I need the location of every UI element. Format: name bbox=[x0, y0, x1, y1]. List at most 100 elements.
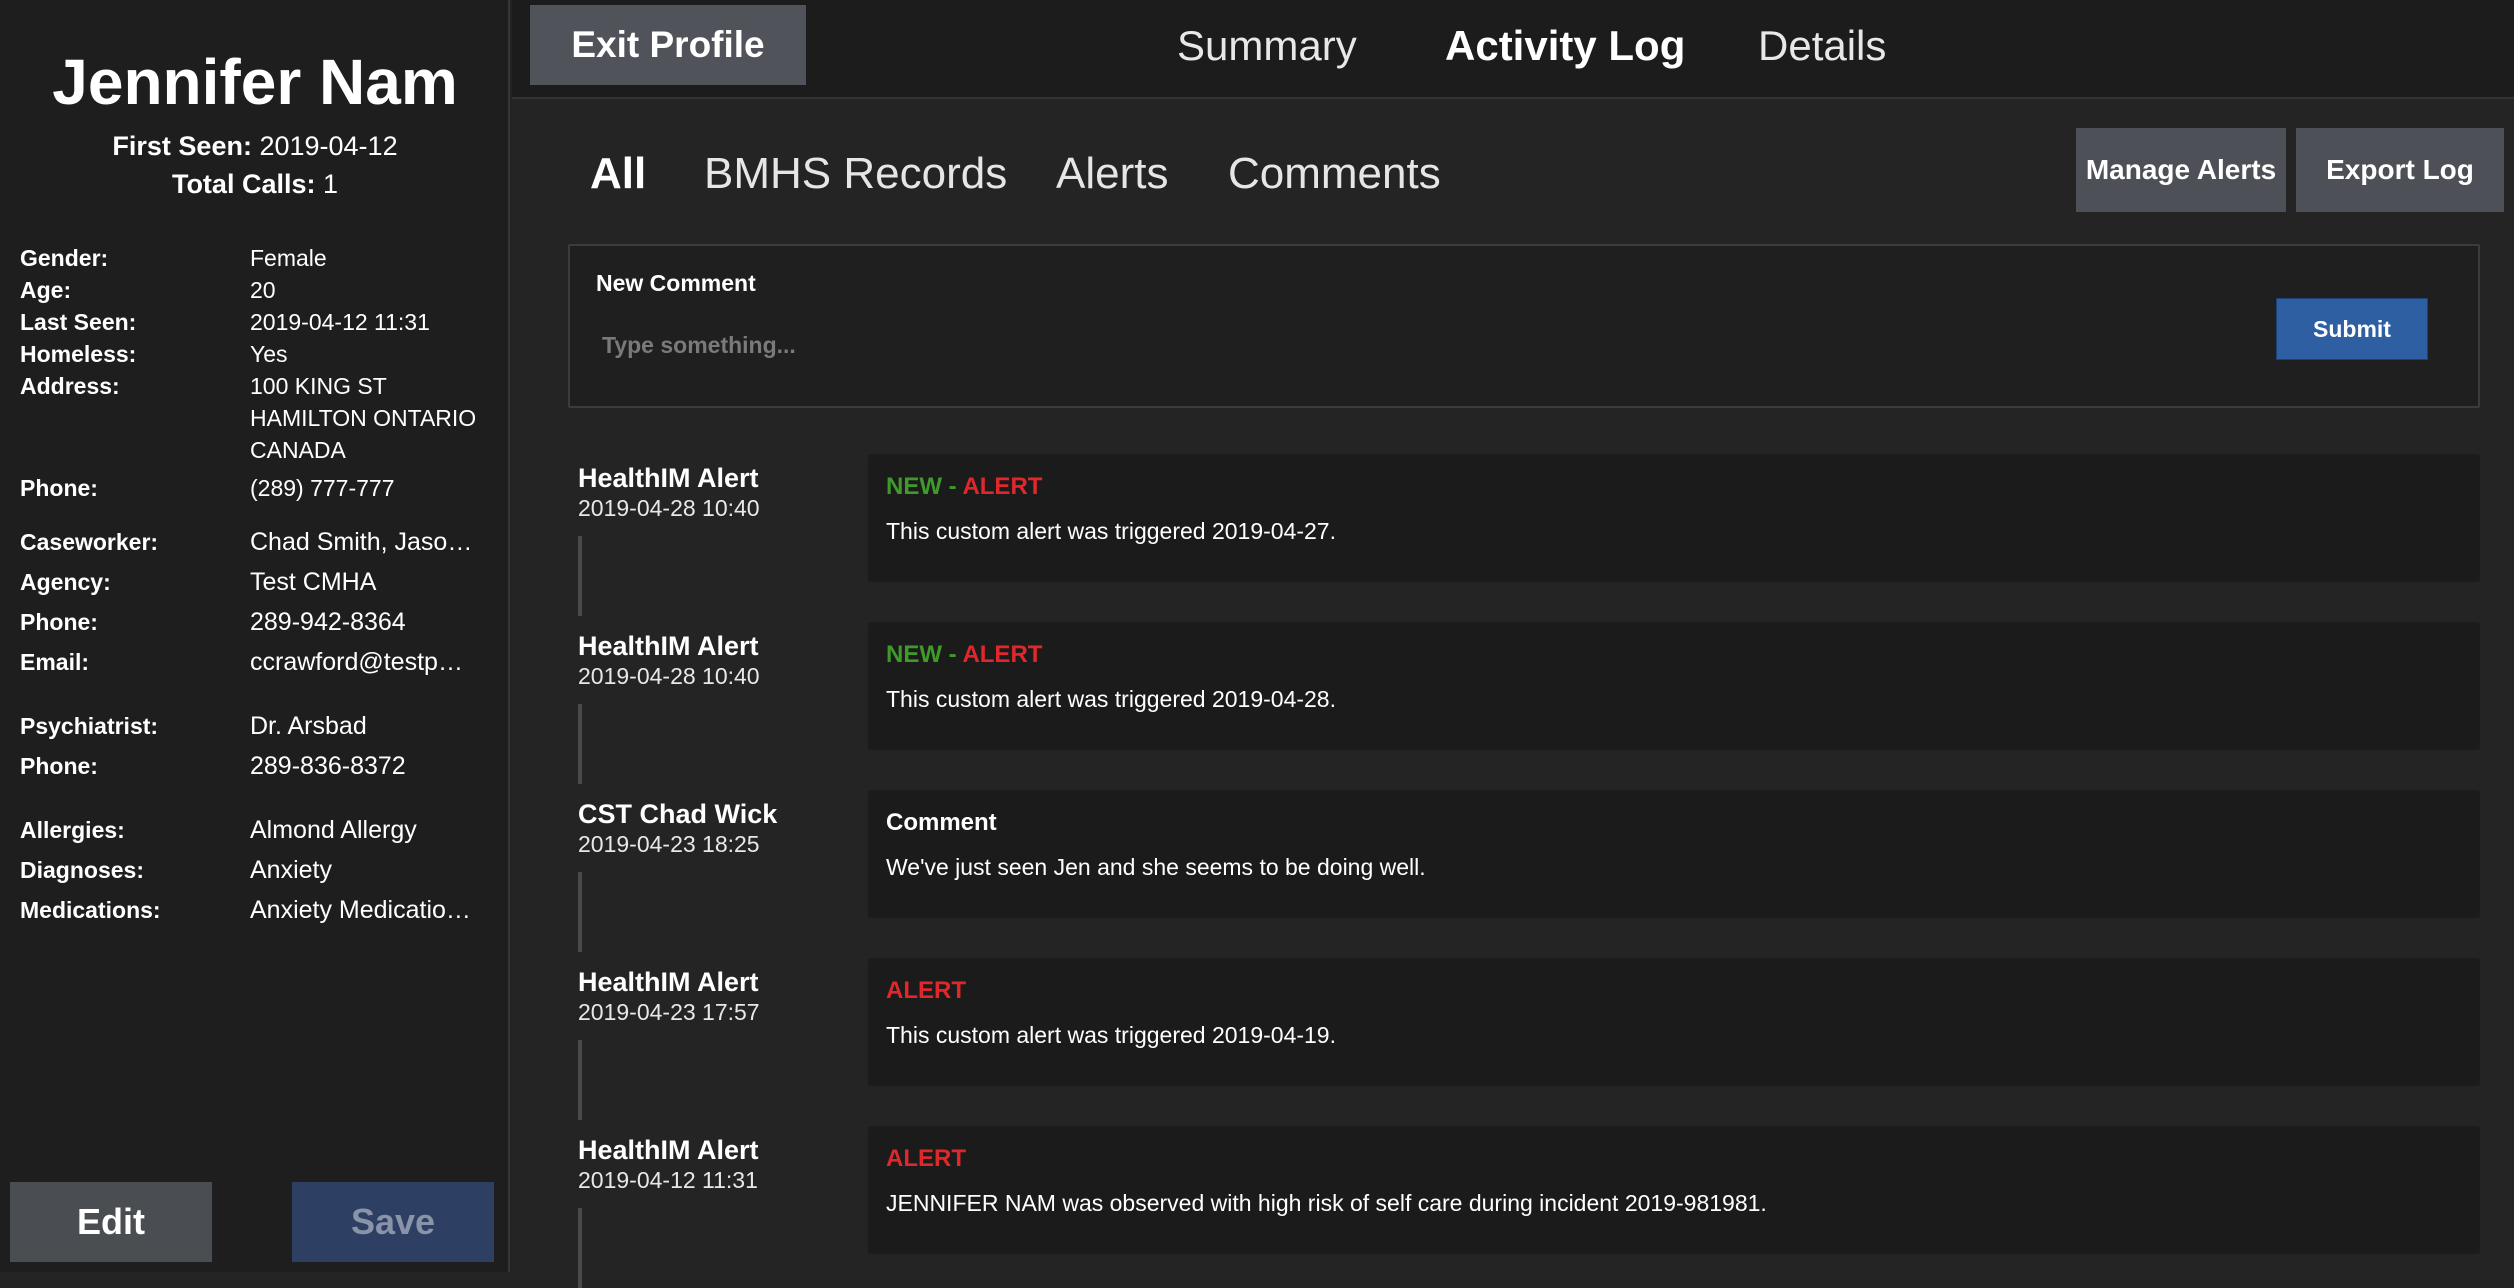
new-comment-label: New Comment bbox=[596, 270, 756, 296]
detail-value: 289-836-8372 bbox=[250, 752, 406, 780]
tag-separator: - bbox=[942, 473, 963, 500]
detail-value: Dr. Arsbad bbox=[250, 712, 367, 740]
entry-source: HealthIM Alert bbox=[578, 967, 759, 997]
entry-card[interactable]: NEW - ALERT This custom alert was trigge… bbox=[868, 622, 2480, 750]
timeline-line bbox=[578, 872, 582, 952]
alert-tag: ALERT bbox=[886, 977, 966, 1004]
detail-value: 289-942-8364 bbox=[250, 608, 406, 636]
manage-alerts-button[interactable]: Manage Alerts bbox=[2076, 128, 2286, 212]
save-button[interactable]: Save bbox=[292, 1182, 494, 1262]
exit-profile-button[interactable]: Exit Profile bbox=[530, 5, 806, 85]
timeline-line bbox=[578, 1208, 582, 1288]
entry-timestamp: 2019-04-28 10:40 bbox=[578, 495, 760, 521]
psychiatrist-name: Psychiatrist: Dr. Arsbad bbox=[20, 706, 500, 746]
entry-timestamp: 2019-04-28 10:40 bbox=[578, 663, 760, 689]
caseworker-name: Caseworker: Chad Smith, Jaso… bbox=[20, 522, 500, 562]
tag-separator: - bbox=[942, 641, 963, 668]
medical-allergies: Allergies: Almond Allergy bbox=[20, 810, 500, 850]
entry-text: JENNIFER NAM was observed with high risk… bbox=[886, 1190, 1767, 1216]
entry-tag: ALERT bbox=[886, 976, 966, 1006]
detail-value: Female bbox=[250, 245, 327, 271]
entry-text: This custom alert was triggered 2019-04-… bbox=[886, 1022, 1336, 1048]
timeline-line bbox=[578, 704, 582, 784]
subtab-alerts[interactable]: Alerts bbox=[1056, 148, 1168, 200]
detail-label: Diagnoses: bbox=[20, 857, 144, 883]
alert-tag: ALERT bbox=[886, 1145, 966, 1172]
detail-label: Address: bbox=[20, 373, 120, 399]
entry-timestamp: 2019-04-23 18:25 bbox=[578, 831, 760, 857]
edit-button[interactable]: Edit bbox=[10, 1182, 212, 1262]
entry-source: CST Chad Wick bbox=[578, 799, 778, 829]
detail-label: Last Seen: bbox=[20, 309, 137, 335]
caseworker-phone: Phone: 289-942-8364 bbox=[20, 602, 500, 642]
profile-sidebar: Jennifer Nam First Seen: 2019-04-12 Tota… bbox=[0, 0, 510, 1272]
detail-label: Agency: bbox=[20, 569, 111, 595]
detail-label: Phone: bbox=[20, 609, 98, 635]
top-nav-bar: Exit Profile Summary Activity Log Detail… bbox=[512, 0, 2514, 99]
detail-label: Homeless: bbox=[20, 341, 137, 367]
entry-card[interactable]: Comment We've just seen Jen and she seem… bbox=[868, 790, 2480, 918]
timeline-line bbox=[578, 1040, 582, 1120]
detail-value: Chad Smith, Jaso… bbox=[250, 528, 473, 556]
detail-label: Allergies: bbox=[20, 817, 125, 843]
detail-label: Caseworker: bbox=[20, 529, 159, 555]
detail-address: Address: 100 KING ST HAMILTON ONTARIO CA… bbox=[20, 370, 500, 466]
detail-value: Yes bbox=[250, 341, 288, 367]
entry-tag: NEW - ALERT bbox=[886, 640, 1042, 670]
detail-homeless: Homeless: Yes bbox=[20, 338, 500, 370]
entry-timestamp: 2019-04-23 17:57 bbox=[578, 999, 760, 1025]
subtab-all[interactable]: All bbox=[590, 148, 646, 200]
detail-label: Phone: bbox=[20, 753, 98, 779]
tab-summary[interactable]: Summary bbox=[1177, 22, 1357, 70]
subtab-bmhs-records[interactable]: BMHS Records bbox=[704, 148, 1007, 200]
submit-button[interactable]: Submit bbox=[2276, 298, 2428, 360]
detail-label: Gender: bbox=[20, 245, 109, 271]
detail-label: Medications: bbox=[20, 897, 161, 923]
detail-value: ccrawford@testp… bbox=[250, 648, 463, 676]
log-entry: HealthIM Alert 2019-04-28 10:40 NEW - AL… bbox=[578, 454, 2480, 616]
total-calls: Total Calls: 1 bbox=[0, 166, 510, 202]
detail-value: Anxiety bbox=[250, 856, 332, 884]
entry-text: This custom alert was triggered 2019-04-… bbox=[886, 518, 1336, 544]
log-entry: HealthIM Alert 2019-04-12 11:31 ALERT JE… bbox=[578, 1126, 2480, 1288]
entry-source: HealthIM Alert bbox=[578, 631, 759, 661]
first-seen-value: 2019-04-12 bbox=[259, 131, 398, 161]
medical-diagnoses: Diagnoses: Anxiety bbox=[20, 850, 500, 890]
detail-value: (289) 777-777 bbox=[250, 475, 395, 501]
comment-input[interactable] bbox=[588, 322, 1836, 368]
log-entry: HealthIM Alert 2019-04-23 17:57 ALERT Th… bbox=[578, 958, 2480, 1120]
detail-value: 20 bbox=[250, 277, 276, 303]
detail-value: 100 KING ST HAMILTON ONTARIO CANADA bbox=[250, 373, 477, 463]
psychiatrist-phone: Phone: 289-836-8372 bbox=[20, 746, 500, 786]
detail-value: Test CMHA bbox=[250, 568, 377, 596]
detail-gender: Gender: Female bbox=[20, 242, 500, 274]
caseworker-agency: Agency: Test CMHA bbox=[20, 562, 500, 602]
entry-card[interactable]: ALERT This custom alert was triggered 20… bbox=[868, 958, 2480, 1086]
entry-text: We've just seen Jen and she seems to be … bbox=[886, 854, 1426, 880]
subtab-comments[interactable]: Comments bbox=[1228, 148, 1441, 200]
detail-label: Age: bbox=[20, 277, 72, 303]
detail-value: 2019-04-12 11:31 bbox=[250, 309, 430, 335]
export-log-button[interactable]: Export Log bbox=[2296, 128, 2504, 212]
detail-age: Age: 20 bbox=[20, 274, 500, 306]
entry-tag: Comment bbox=[886, 808, 997, 838]
tab-details[interactable]: Details bbox=[1758, 22, 1886, 70]
detail-label: Psychiatrist: bbox=[20, 713, 159, 739]
detail-label: Email: bbox=[20, 649, 90, 675]
entry-source: HealthIM Alert bbox=[578, 463, 759, 493]
new-comment-panel: New Comment Submit bbox=[568, 244, 2480, 408]
tab-activity-log[interactable]: Activity Log bbox=[1445, 22, 1685, 70]
entry-timestamp: 2019-04-12 11:31 bbox=[578, 1167, 758, 1193]
entry-card[interactable]: ALERT JENNIFER NAM was observed with hig… bbox=[868, 1126, 2480, 1254]
new-badge: NEW bbox=[886, 473, 942, 500]
total-calls-label: Total Calls: bbox=[171, 169, 316, 199]
entry-source: HealthIM Alert bbox=[578, 1135, 759, 1165]
detail-last-seen: Last Seen: 2019-04-12 11:31 bbox=[20, 306, 500, 338]
detail-phone: Phone: (289) 777-777 bbox=[20, 472, 500, 504]
comment-tag: Comment bbox=[886, 809, 997, 836]
first-seen: First Seen: 2019-04-12 bbox=[0, 128, 510, 164]
entry-card[interactable]: NEW - ALERT This custom alert was trigge… bbox=[868, 454, 2480, 582]
detail-label: Phone: bbox=[20, 475, 98, 501]
entry-text: This custom alert was triggered 2019-04-… bbox=[886, 686, 1336, 712]
total-calls-value: 1 bbox=[323, 169, 339, 199]
